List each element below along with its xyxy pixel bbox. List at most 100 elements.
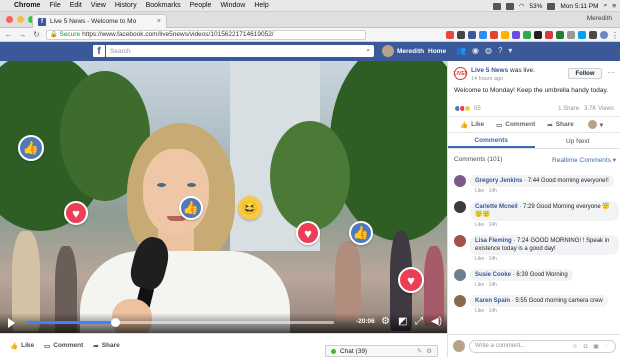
fullscreen-icon[interactable]: ⤢: [415, 316, 423, 327]
chat-edit-icon[interactable]: ✎: [417, 347, 422, 355]
commenter-name[interactable]: Karen Spain: [475, 298, 510, 304]
page-name-link[interactable]: Live 5 News: [471, 67, 508, 74]
comment-time: · 7:24: [511, 238, 531, 244]
extension-icon[interactable]: [589, 30, 597, 39]
emoji-camera-gif-sticker-icons[interactable]: ☺ ◘ ▣ ◌: [572, 343, 610, 350]
minimize-window-button[interactable]: [17, 16, 24, 23]
page-avatar[interactable]: LIVE5: [454, 67, 467, 80]
chevron-down-icon[interactable]: ▾: [508, 46, 512, 55]
extension-icon[interactable]: [567, 30, 575, 39]
post-timestamp[interactable]: 14 hours ago: [471, 76, 535, 82]
menu-clock[interactable]: Mon 5:11 PM: [560, 3, 598, 10]
battery-level[interactable]: 53%: [529, 3, 542, 10]
follow-button[interactable]: Follow: [568, 68, 602, 79]
video-share-button[interactable]: ➦ Share: [93, 342, 120, 350]
extension-icon[interactable]: [446, 30, 454, 39]
globe-notifications-icon[interactable]: ◍: [485, 46, 492, 55]
cloud-icon[interactable]: [505, 2, 514, 10]
comment-actions[interactable]: Like · 14h: [475, 282, 573, 288]
browser-profile[interactable]: Meredith: [587, 15, 612, 22]
post-like-button[interactable]: 👍 Like: [460, 121, 484, 129]
comment-actions[interactable]: Like · 14h: [475, 256, 619, 262]
flag-icon[interactable]: [547, 2, 556, 10]
forward-icon[interactable]: →: [18, 30, 27, 39]
comment-sort-dropdown[interactable]: Realtime Comments ▾: [552, 156, 616, 164]
address-bar[interactable]: 🔒 Secure https://www.facebook.com/live5n…: [46, 29, 366, 40]
volume-icon[interactable]: ◀): [431, 316, 442, 327]
extension-icon[interactable]: [490, 30, 498, 39]
commenter-name[interactable]: Gregory Jenkins: [475, 178, 522, 184]
extension-icon[interactable]: [578, 30, 586, 39]
search-icon[interactable]: ⌕: [366, 47, 370, 55]
extension-icon[interactable]: [468, 30, 476, 39]
extension-icon[interactable]: [479, 30, 487, 39]
post-as-selector[interactable]: ▾: [587, 120, 603, 129]
extension-icon[interactable]: [457, 30, 465, 39]
help-icon[interactable]: ?: [498, 46, 502, 55]
comment-actions[interactable]: Like · 14h: [475, 188, 614, 194]
dropbox-icon[interactable]: [492, 2, 501, 10]
menu-edit[interactable]: Edit: [70, 2, 82, 9]
tab-up-next[interactable]: Up Next: [535, 134, 620, 148]
close-tab-icon[interactable]: ×: [157, 18, 161, 25]
messenger-icon[interactable]: ◉: [472, 46, 479, 55]
video-player[interactable]: 👍 ♥ 👍 😆 ♥ 👍 ♥ -20:06 ⚙ ◩ ⤢ ◀): [0, 61, 447, 339]
friend-requests-icon[interactable]: 👥: [456, 46, 466, 55]
menu-bookmarks[interactable]: Bookmarks: [146, 2, 181, 9]
close-window-button[interactable]: [6, 16, 13, 23]
chrome-menu-icon[interactable]: ⋮: [611, 31, 619, 40]
commenter-name[interactable]: Lisa Fleming: [475, 238, 512, 244]
share-count[interactable]: 1 Share: [558, 106, 579, 112]
extension-icon[interactable]: [545, 30, 553, 39]
extension-icon[interactable]: [556, 30, 564, 39]
post-comment-button[interactable]: ▭ Comment: [496, 121, 535, 129]
reaction-count[interactable]: 55: [474, 106, 481, 112]
menu-window[interactable]: Window: [220, 2, 245, 9]
spotlight-icon[interactable]: ⌕: [604, 2, 608, 10]
wifi-icon[interactable]: ◠: [519, 2, 525, 10]
commenter-name[interactable]: Susie Cooke: [475, 272, 511, 278]
reporter-face: [143, 149, 209, 235]
profile-avatar-icon[interactable]: [600, 30, 608, 39]
home-link[interactable]: Home: [428, 48, 446, 55]
video-scrubber-handle[interactable]: [111, 318, 121, 327]
settings-gear-icon[interactable]: ⚙: [381, 316, 390, 327]
extension-icon[interactable]: [534, 30, 542, 39]
commenter-avatar[interactable]: [454, 235, 466, 247]
menu-history[interactable]: History: [115, 2, 137, 9]
commenter-avatar[interactable]: [454, 295, 466, 307]
commenter-avatar[interactable]: [454, 201, 466, 213]
menu-view[interactable]: View: [91, 2, 106, 9]
pip-icon[interactable]: ◩: [398, 316, 407, 327]
extension-icon[interactable]: [501, 30, 509, 39]
commenter-avatar[interactable]: [454, 269, 466, 281]
comment-actions[interactable]: Like · 14h: [475, 308, 608, 314]
video-like-button[interactable]: 👍 Like: [10, 342, 34, 350]
video-comment-button[interactable]: ▭ Comment: [44, 342, 83, 350]
menu-app[interactable]: Chrome: [14, 2, 40, 9]
post-share-button[interactable]: ➦ Share: [547, 121, 574, 129]
more-options-icon[interactable]: ⋯: [607, 68, 615, 77]
menu-list-icon[interactable]: ≡: [612, 3, 616, 10]
menu-people[interactable]: People: [190, 2, 212, 9]
facebook-search-input[interactable]: Search ⌕: [106, 45, 374, 57]
menu-file[interactable]: File: [49, 2, 60, 9]
tab-comments[interactable]: Comments: [448, 134, 535, 148]
browser-tab[interactable]: f Live 5 News - Welcome to Mo ×: [32, 14, 167, 28]
menu-help[interactable]: Help: [254, 2, 268, 9]
back-icon[interactable]: ←: [4, 30, 13, 39]
profile-link[interactable]: Meredith: [382, 45, 424, 57]
facebook-logo-icon[interactable]: f: [93, 45, 105, 57]
chat-tab[interactable]: Chat (39) ✎ ⚙: [325, 345, 438, 357]
commenter-avatar[interactable]: [454, 175, 466, 187]
play-icon[interactable]: [8, 318, 15, 328]
reload-icon[interactable]: ↻: [32, 30, 41, 39]
extension-icon[interactable]: [523, 30, 531, 39]
url-text[interactable]: https://www.facebook.com/live5news/video…: [82, 31, 274, 38]
comment-actions[interactable]: Like · 14h: [475, 222, 619, 228]
video-progress-bar[interactable]: [26, 318, 334, 327]
write-comment-input[interactable]: Write a comment... ☺ ◘ ▣ ◌: [469, 339, 616, 353]
commenter-name[interactable]: Carlette Mcneil: [475, 204, 518, 210]
extension-icon[interactable]: [512, 30, 520, 39]
chat-settings-icon[interactable]: ⚙: [426, 347, 432, 355]
